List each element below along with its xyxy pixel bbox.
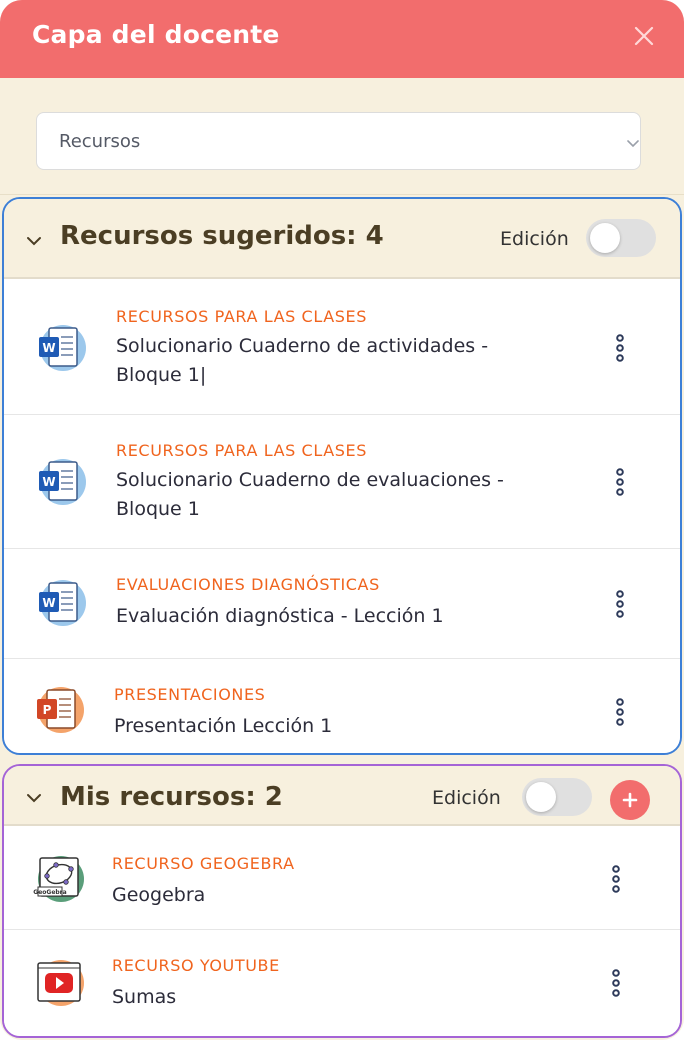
collapse-chevron-icon[interactable] <box>26 790 42 803</box>
resource-row[interactable]: P PRESENTACIONES Presentación Lección 1 <box>4 659 680 753</box>
svg-text:W: W <box>42 596 55 610</box>
resource-name-line: Bloque 1| <box>116 364 207 386</box>
suggested-section-header: Recursos sugeridos: 4 Edición <box>4 199 680 279</box>
more-options-icon[interactable] <box>604 968 628 998</box>
filter-selected-value: Recursos <box>59 131 141 152</box>
resource-name-line: Solucionario Cuaderno de actividades - <box>116 335 489 357</box>
my-resources-section: Mis recursos: 2 Edición GeoGebra RECURSO… <box>2 764 682 1038</box>
more-options-icon[interactable] <box>608 333 632 363</box>
resource-name-line: Solucionario Cuaderno de evaluaciones - <box>116 469 504 491</box>
resource-category: RECURSOS PARA LAS CLASES <box>116 307 367 326</box>
resource-category: PRESENTACIONES <box>114 685 266 704</box>
toggle-knob <box>526 782 556 812</box>
svg-text:W: W <box>42 341 55 355</box>
close-icon[interactable] <box>630 22 658 50</box>
resource-category: EVALUACIONES DIAGNÓSTICAS <box>116 575 380 594</box>
my-resources-title: Mis recursos: 2 <box>60 782 283 812</box>
more-options-icon[interactable] <box>608 697 632 727</box>
plus-icon <box>622 792 638 808</box>
word-document-icon: W <box>34 576 88 630</box>
collapse-chevron-icon[interactable] <box>26 233 42 246</box>
resource-name: Solucionario Cuaderno de evaluaciones - … <box>116 466 566 524</box>
resource-category: RECURSO GEOGEBRA <box>112 854 295 873</box>
resource-name-line: Bloque 1 <box>116 498 200 520</box>
resource-category: RECURSOS PARA LAS CLASES <box>116 441 367 460</box>
edit-toggle[interactable] <box>522 778 592 816</box>
resource-row[interactable]: GeoGebra RECURSO GEOGEBRA Geogebra <box>4 828 680 930</box>
resource-name: Presentación Lección 1 <box>114 715 333 737</box>
resource-filter-select[interactable]: Recursos <box>36 112 641 170</box>
resource-row[interactable]: W RECURSOS PARA LAS CLASES Solucionario … <box>4 415 680 549</box>
suggested-resources-section: Recursos sugeridos: 4 Edición W RECURSOS… <box>2 197 682 755</box>
edit-label: Edición <box>500 228 569 250</box>
word-document-icon: W <box>34 455 88 509</box>
geogebra-logo-text: GeoGebra <box>33 889 66 896</box>
panel-header: Capa del docente <box>0 0 684 78</box>
add-resource-button[interactable] <box>610 780 650 820</box>
powerpoint-icon: P <box>32 683 86 737</box>
chevron-down-icon <box>625 135 641 148</box>
word-document-icon: W <box>34 321 88 375</box>
resource-name: Solucionario Cuaderno de actividades - B… <box>116 332 566 390</box>
suggested-section-title: Recursos sugeridos: 4 <box>60 221 384 251</box>
geogebra-icon: GeoGebra <box>32 852 86 906</box>
my-resources-header: Mis recursos: 2 Edición <box>4 766 680 826</box>
resource-row[interactable]: W RECURSOS PARA LAS CLASES Solucionario … <box>4 281 680 415</box>
edit-toggle[interactable] <box>586 219 656 257</box>
resource-name: Evaluación diagnóstica - Lección 1 <box>116 605 444 627</box>
svg-text:P: P <box>43 703 52 717</box>
resource-category: RECURSO YOUTUBE <box>112 956 280 975</box>
more-options-icon[interactable] <box>608 589 632 619</box>
teacher-layer-panel: Capa del docente Recursos Recursos suger… <box>0 0 684 1040</box>
resource-row[interactable]: W EVALUACIONES DIAGNÓSTICAS Evaluación d… <box>4 549 680 659</box>
panel-title: Capa del docente <box>32 20 280 49</box>
divider <box>0 194 684 195</box>
toggle-knob <box>590 223 620 253</box>
more-options-icon[interactable] <box>604 864 628 894</box>
resource-name: Geogebra <box>112 884 206 906</box>
svg-text:W: W <box>42 475 55 489</box>
edit-label: Edición <box>432 787 501 809</box>
youtube-icon <box>32 956 86 1010</box>
more-options-icon[interactable] <box>608 467 632 497</box>
resource-name: Sumas <box>112 986 177 1008</box>
resource-row[interactable]: RECURSO YOUTUBE Sumas <box>4 930 680 1036</box>
